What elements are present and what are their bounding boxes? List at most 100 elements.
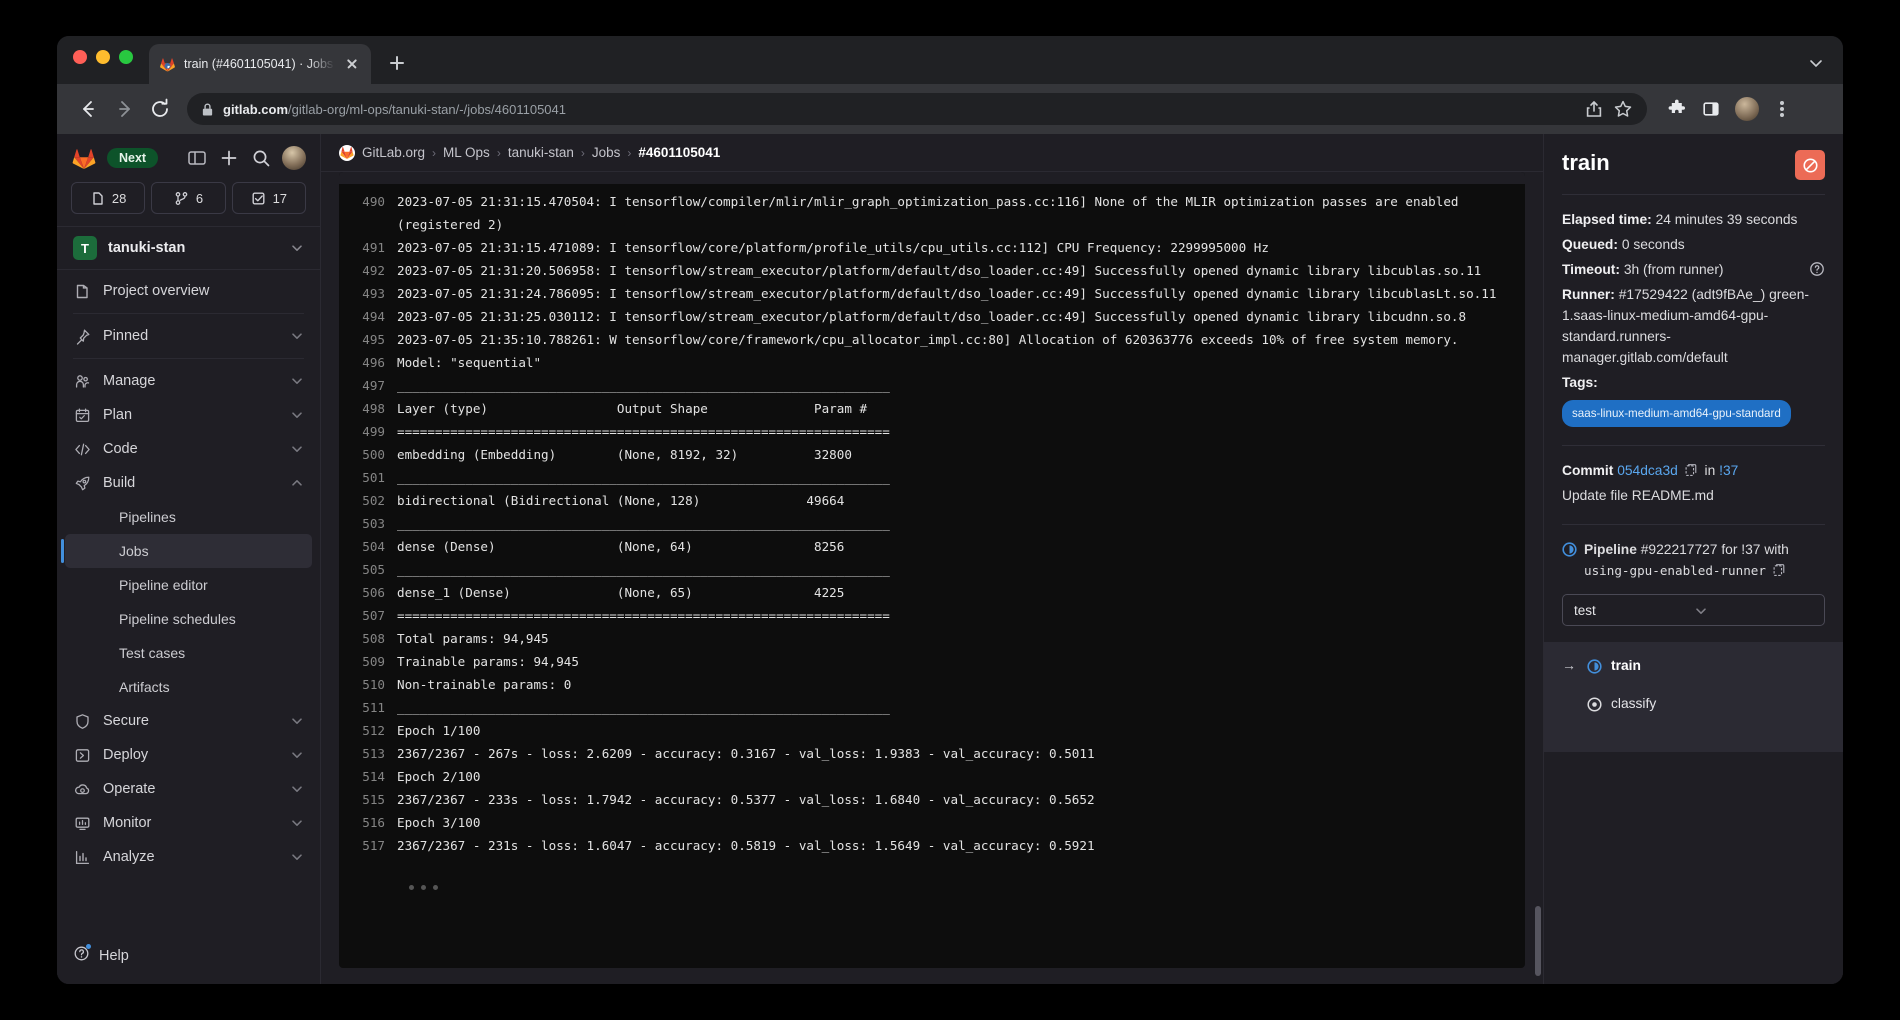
log-line-number[interactable]: 500 xyxy=(339,443,397,466)
scrollbar-thumb[interactable] xyxy=(1535,906,1541,976)
log-line-number[interactable]: 498 xyxy=(339,397,397,420)
sidebar-item-pinned[interactable]: Pinned xyxy=(57,319,320,353)
commit-sha-link[interactable]: 054dca3d xyxy=(1617,463,1678,478)
copy-icon[interactable] xyxy=(1773,562,1786,576)
sidebar-item-label: Jobs xyxy=(119,543,296,559)
close-window-button[interactable] xyxy=(73,50,87,64)
log-line-number[interactable]: 493 xyxy=(339,282,397,305)
issues-counter[interactable]: 28 xyxy=(71,182,145,214)
page-scrollbar[interactable] xyxy=(1535,142,1541,976)
stage-select[interactable]: test xyxy=(1562,594,1825,626)
pipeline-id[interactable]: #922217727 xyxy=(1641,542,1718,557)
sidebar-item-artifacts[interactable]: Artifacts xyxy=(57,670,320,704)
job-log-panel[interactable]: 4902023-07-05 21:31:15.470504: I tensorf… xyxy=(339,172,1525,968)
breadcrumb-item-jobs[interactable]: Jobs xyxy=(592,145,621,160)
log-line-number[interactable]: 501 xyxy=(339,466,397,489)
question-circle-icon[interactable] xyxy=(1809,261,1825,277)
pipeline-mr-link[interactable]: !37 xyxy=(1741,542,1760,557)
share-icon[interactable] xyxy=(1584,99,1604,119)
sidebar-item-pipeline-editor[interactable]: Pipeline editor xyxy=(57,568,320,602)
tab-list-chevron-icon[interactable] xyxy=(1807,54,1825,72)
sidebar-item-monitor[interactable]: Monitor xyxy=(57,806,320,840)
puzzle-icon[interactable] xyxy=(1667,99,1687,119)
side-panel-icon[interactable] xyxy=(1701,99,1721,119)
log-line-number[interactable]: 507 xyxy=(339,604,397,627)
sidebar-item-code[interactable]: Code xyxy=(57,432,320,466)
breadcrumb-item-subgroup[interactable]: ML Ops xyxy=(443,145,490,160)
star-icon[interactable] xyxy=(1613,99,1633,119)
sidebar-item-test-cases[interactable]: Test cases xyxy=(57,636,320,670)
sidebar-item-jobs[interactable]: Jobs xyxy=(65,534,312,568)
commit-label: Commit xyxy=(1562,463,1613,478)
log-line-number[interactable]: 511 xyxy=(339,696,397,719)
new-tab-button[interactable] xyxy=(385,51,409,75)
runner-tag[interactable]: saas-linux-medium-amd64-gpu-standard xyxy=(1562,400,1791,427)
log-line-number[interactable]: 494 xyxy=(339,305,397,328)
log-line-number[interactable]: 504 xyxy=(339,535,397,558)
log-line-number[interactable]: 491 xyxy=(339,236,397,259)
sidebar-item-project-overview[interactable]: Project overview xyxy=(57,274,320,308)
back-arrow-icon[interactable] xyxy=(73,94,103,124)
log-line: 502bidirectional (Bidirectional (None, 1… xyxy=(339,489,1525,512)
log-line-number[interactable]: 508 xyxy=(339,627,397,650)
sidebar-item-pipelines[interactable]: Pipelines xyxy=(57,500,320,534)
log-line-number[interactable]: 513 xyxy=(339,742,397,765)
log-line-number[interactable]: 497 xyxy=(339,374,397,397)
log-line-number[interactable]: 490 xyxy=(339,190,397,213)
log-line-number[interactable]: 517 xyxy=(339,834,397,857)
maximize-window-button[interactable] xyxy=(119,50,133,64)
log-line-number[interactable]: 502 xyxy=(339,489,397,512)
sidebar-nav-list: Project overview Pinned Manage xyxy=(57,270,320,933)
sidebar-toggle-icon[interactable] xyxy=(186,147,208,169)
log-line-number[interactable]: 510 xyxy=(339,673,397,696)
breadcrumb-item-project[interactable]: tanuki-stan xyxy=(508,145,574,160)
user-avatar[interactable] xyxy=(282,146,306,170)
log-line-number[interactable]: 492 xyxy=(339,259,397,282)
close-tab-button[interactable] xyxy=(343,55,361,73)
sidebar-item-build[interactable]: Build xyxy=(57,466,320,500)
sidebar-item-operate[interactable]: Operate xyxy=(57,772,320,806)
forward-arrow-icon[interactable] xyxy=(109,94,139,124)
job-list-item[interactable]: classify xyxy=(1562,694,1825,712)
log-line-number[interactable]: 506 xyxy=(339,581,397,604)
next-badge[interactable]: Next xyxy=(107,148,158,168)
breadcrumb-item-group[interactable]: GitLab.org xyxy=(362,145,425,160)
log-line-number[interactable]: 516 xyxy=(339,811,397,834)
copy-icon[interactable] xyxy=(1685,462,1698,476)
breadcrumb-separator: › xyxy=(497,146,501,160)
sidebar-item-secure[interactable]: Secure xyxy=(57,704,320,738)
sidebar-item-analyze[interactable]: Analyze xyxy=(57,840,320,874)
kebab-menu-icon[interactable] xyxy=(1773,98,1791,120)
sidebar-item-manage[interactable]: Manage xyxy=(57,364,320,398)
project-switcher[interactable]: T tanuki-stan xyxy=(57,226,320,270)
sidebar-item-plan[interactable]: Plan xyxy=(57,398,320,432)
address-bar[interactable]: gitlab.com/gitlab-org/ml-ops/tanuki-stan… xyxy=(187,93,1647,125)
minimize-window-button[interactable] xyxy=(96,50,110,64)
log-line-number[interactable]: 509 xyxy=(339,650,397,673)
browser-tab[interactable]: train (#4601105041) · Jobs · Gi xyxy=(149,44,371,84)
todos-counter[interactable]: 17 xyxy=(232,182,306,214)
gitlab-logo-icon[interactable] xyxy=(71,146,97,170)
issues-count: 28 xyxy=(112,191,126,206)
log-line-number[interactable]: 499 xyxy=(339,420,397,443)
help-menu-item[interactable]: Help xyxy=(73,945,304,966)
log-line-number[interactable]: 515 xyxy=(339,788,397,811)
sidebar-item-deploy[interactable]: Deploy xyxy=(57,738,320,772)
job-list-item-current[interactable]: → train xyxy=(1562,656,1825,674)
log-line-number[interactable]: 514 xyxy=(339,765,397,788)
search-icon[interactable] xyxy=(250,147,272,169)
log-line-number[interactable]: 512 xyxy=(339,719,397,742)
log-line-text: 2023-07-05 21:31:25.030112: I tensorflow… xyxy=(397,305,1525,328)
cancel-job-button[interactable] xyxy=(1795,150,1825,180)
log-line-number[interactable]: 503 xyxy=(339,512,397,535)
log-line-number[interactable]: 495 xyxy=(339,328,397,351)
reload-icon[interactable] xyxy=(145,94,175,124)
profile-avatar[interactable] xyxy=(1735,97,1759,121)
pipeline-branch[interactable]: using-gpu-enabled-runner xyxy=(1584,563,1766,578)
commit-mr-link[interactable]: !37 xyxy=(1719,463,1738,478)
merge-requests-counter[interactable]: 6 xyxy=(151,182,225,214)
sidebar-item-pipeline-schedules[interactable]: Pipeline schedules xyxy=(57,602,320,636)
log-line-number[interactable]: 505 xyxy=(339,558,397,581)
plus-icon[interactable] xyxy=(218,147,240,169)
log-line-number[interactable]: 496 xyxy=(339,351,397,374)
